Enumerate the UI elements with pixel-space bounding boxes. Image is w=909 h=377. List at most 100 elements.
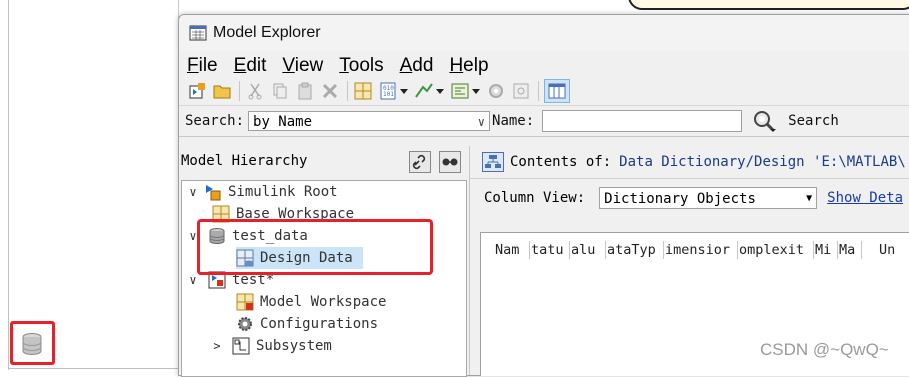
add-bus-button[interactable] (450, 81, 470, 101)
column-header[interactable]: Mi (815, 241, 838, 259)
contents-prefix: Contents of: (510, 154, 612, 170)
menu-edit[interactable]: Edit (234, 55, 267, 77)
column-view-value: Dictionary Objects (604, 191, 756, 207)
tree-node-configurations[interactable]: Configurations (236, 313, 378, 335)
delete-icon (322, 83, 338, 99)
signal-icon (415, 83, 433, 98)
new-model-icon (189, 83, 205, 99)
hierarchy-tree: ∨ Simulink Root Base Workspace ∨ test_da… (181, 180, 467, 377)
tree-node-model-workspace[interactable]: Model Workspace (236, 291, 386, 313)
chevron-down-icon[interactable]: ∨ (186, 273, 200, 287)
background-window (0, 0, 179, 370)
title-bar: Model Explorer (179, 15, 909, 51)
menu-view-label: iew (294, 55, 324, 76)
hierarchy-title: Model Hierarchy (181, 153, 308, 169)
menu-add-key: A (399, 55, 413, 76)
column-header[interactable]: Un (879, 241, 909, 259)
tree-node-label: Model Workspace (260, 294, 387, 310)
model-explorer-icon (189, 25, 207, 41)
menu-add[interactable]: Add (400, 55, 434, 77)
window-title: Model Explorer (213, 24, 321, 41)
design-data-highlight (197, 219, 433, 275)
column-view-row: Column View: Dictionary Objects ▼ Show D… (470, 179, 909, 217)
column-header[interactable]: ataTyp (607, 241, 664, 259)
cut-button[interactable] (245, 81, 265, 101)
delete-button[interactable] (320, 81, 340, 101)
chevron-down-icon[interactable] (472, 88, 480, 94)
gear-icon (238, 317, 252, 331)
paste-icon (298, 82, 312, 100)
tree-node-simulink-root[interactable]: ∨ Simulink Root (186, 181, 338, 203)
target-icon (513, 83, 529, 99)
link-icon (412, 154, 426, 170)
menu-tools-label: ools (348, 55, 384, 76)
copy-icon (273, 83, 287, 99)
chevron-down-icon[interactable] (436, 88, 444, 94)
background-border (8, 0, 9, 370)
data-dictionary-badge-highlight[interactable] (10, 321, 55, 365)
grid-icon (354, 82, 372, 100)
search-icon[interactable] (752, 109, 778, 133)
configuration-button[interactable] (486, 81, 506, 101)
new-model-button[interactable] (187, 81, 207, 101)
tree-node-subsystem[interactable]: > Subsystem (213, 335, 332, 357)
chevron-down-icon[interactable] (400, 88, 408, 94)
column-header[interactable]: imensior (665, 241, 738, 259)
show-hide-button[interactable] (439, 151, 461, 173)
search-label: Search: (185, 113, 245, 129)
simulink-root-icon (206, 185, 221, 201)
chevron-down-icon[interactable]: ∨ (186, 185, 200, 199)
svg-text:101: 101 (383, 91, 394, 98)
hierarchy-icon[interactable] (482, 152, 504, 172)
menu-help[interactable]: Help (449, 55, 488, 77)
column-header[interactable]: Ma (839, 241, 862, 259)
watermark: CSDN @~QwQ~ (760, 340, 889, 359)
hierarchy-header: Model Hierarchy (179, 146, 467, 176)
chevron-down-icon: ▼ (806, 193, 813, 204)
background-border (8, 368, 178, 369)
bus-icon (451, 83, 469, 99)
tree-node-label: Configurations (260, 316, 379, 332)
menu-tools-key: T (339, 55, 349, 76)
menu-file-key: F (187, 55, 199, 76)
callout-bubble (628, 0, 909, 10)
search-mode-value: by Name (253, 114, 313, 130)
menu-bar: File Edit View Tools Add Help (179, 51, 909, 77)
target-button[interactable] (511, 81, 531, 101)
column-header[interactable]: omplexit (739, 241, 814, 259)
column-header[interactable]: tatu (531, 241, 570, 259)
name-label: Name: (492, 113, 535, 129)
copy-button[interactable] (270, 81, 290, 101)
open-button[interactable] (212, 81, 232, 101)
link-button[interactable] (409, 151, 431, 173)
search-mode-select[interactable]: by Name ∨ (248, 111, 491, 131)
workspace-button[interactable] (353, 81, 373, 101)
dialog-view-button[interactable] (544, 79, 570, 103)
search-bar: Search: by Name ∨ Name: Search (179, 106, 909, 137)
menu-file[interactable]: File (187, 55, 218, 77)
chevron-right-icon[interactable]: > (210, 339, 224, 353)
model-explorer-window: Model Explorer File Edit View Tools Add … (178, 14, 909, 377)
menu-view[interactable]: View (282, 55, 323, 77)
toolbar-separator (347, 81, 348, 101)
column-header[interactable]: alu (571, 241, 606, 259)
model-workspace-icon (236, 293, 254, 311)
tree-node-label: Subsystem (256, 338, 332, 354)
show-details-link[interactable]: Show Deta (827, 190, 903, 206)
column-view-label: Column View: (484, 190, 586, 206)
menu-tools[interactable]: Tools (339, 55, 383, 77)
menu-edit-key: E (233, 55, 247, 76)
menu-file-label: ile (198, 55, 218, 76)
name-search-input[interactable] (542, 110, 743, 132)
add-signal-button[interactable] (414, 81, 434, 101)
tree-node-label: Simulink Root (228, 184, 338, 200)
search-button-label[interactable]: Search (788, 113, 839, 129)
subsystem-icon (232, 337, 250, 355)
data-icon: 010101 (380, 82, 396, 100)
column-view-select[interactable]: Dictionary Objects ▼ (599, 187, 818, 209)
column-header[interactable]: Nam (495, 241, 530, 259)
database-icon[interactable] (21, 332, 43, 356)
contents-path: Data Dictionary/Design 'E:\MATLAB\ (619, 154, 906, 170)
paste-button[interactable] (295, 81, 315, 101)
add-data-button[interactable]: 010 101 (378, 81, 398, 101)
